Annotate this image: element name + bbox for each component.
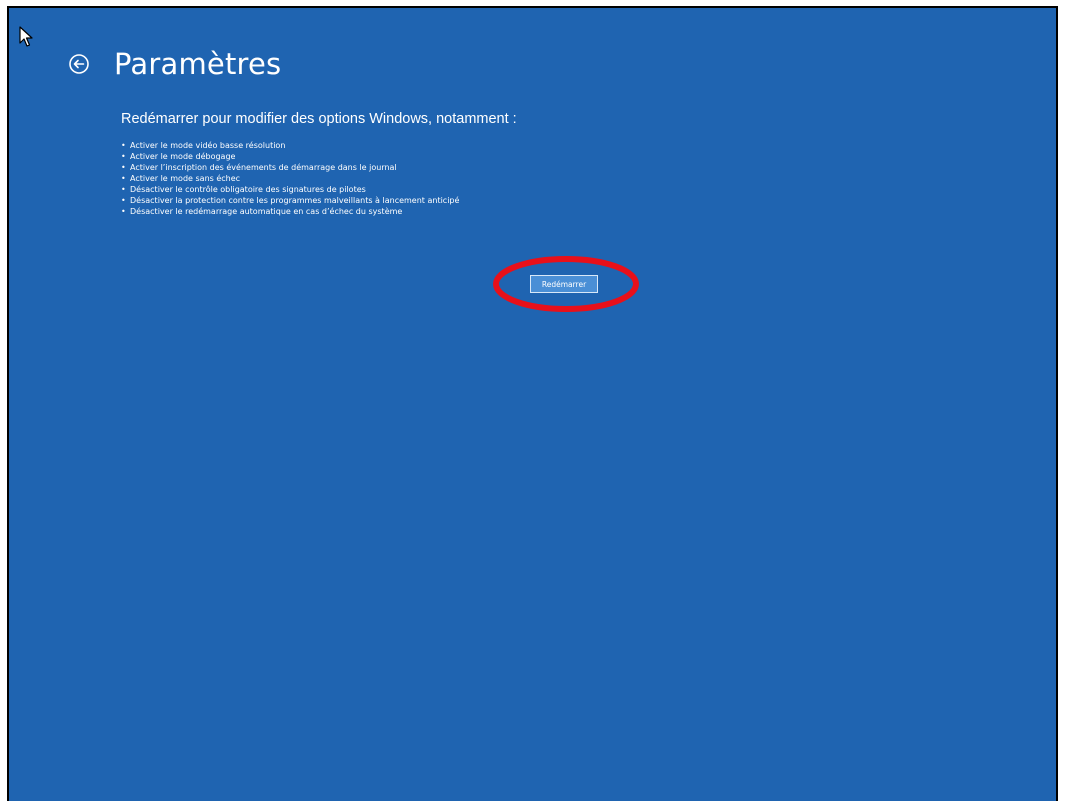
list-item: • Activer le mode sans échec bbox=[121, 173, 459, 184]
option-label: Activer l’inscription des événements de … bbox=[130, 163, 397, 172]
option-label: Désactiver la protection contre les prog… bbox=[130, 196, 460, 205]
list-item: • Activer l’inscription des événements de… bbox=[121, 162, 459, 173]
settings-screen: Paramètres Redémarrer pour modifier des … bbox=[7, 6, 1058, 801]
option-label: Activer le mode sans échec bbox=[130, 174, 241, 183]
list-item: • Désactiver la protection contre les pro… bbox=[121, 195, 459, 206]
restart-button[interactable]: Redémarrer bbox=[530, 275, 598, 293]
page-title: Paramètres bbox=[114, 47, 282, 81]
list-item: • Activer le mode débogage bbox=[121, 151, 459, 162]
restart-description: Redémarrer pour modifier des options Win… bbox=[121, 111, 517, 127]
list-item: • Désactiver le contrôle obligatoire des … bbox=[121, 184, 459, 195]
back-button[interactable] bbox=[66, 51, 92, 77]
bullet: • bbox=[121, 174, 126, 183]
list-item: • Désactiver le redémarrage automatique e… bbox=[121, 206, 459, 217]
mouse-pointer-icon bbox=[19, 26, 33, 47]
bullet: • bbox=[121, 152, 126, 161]
bullet: • bbox=[121, 196, 126, 205]
list-item: • Activer le mode vidéo basse résolution bbox=[121, 140, 459, 151]
bullet: • bbox=[121, 185, 126, 194]
option-label: Activer le mode vidéo basse résolution bbox=[130, 141, 286, 150]
option-label: Désactiver le contrôle obligatoire des s… bbox=[130, 185, 366, 194]
option-label: Activer le mode débogage bbox=[130, 152, 236, 161]
option-label: Désactiver le redémarrage automatique en… bbox=[130, 207, 403, 216]
bullet: • bbox=[121, 207, 126, 216]
bullet: • bbox=[121, 141, 126, 150]
screenshot-frame: Paramètres Redémarrer pour modifier des … bbox=[0, 0, 1065, 805]
page-header: Paramètres bbox=[66, 44, 281, 84]
startup-options-list: • Activer le mode vidéo basse résolution … bbox=[121, 140, 459, 217]
bullet: • bbox=[121, 163, 126, 172]
back-arrow-circle-icon bbox=[69, 54, 89, 74]
